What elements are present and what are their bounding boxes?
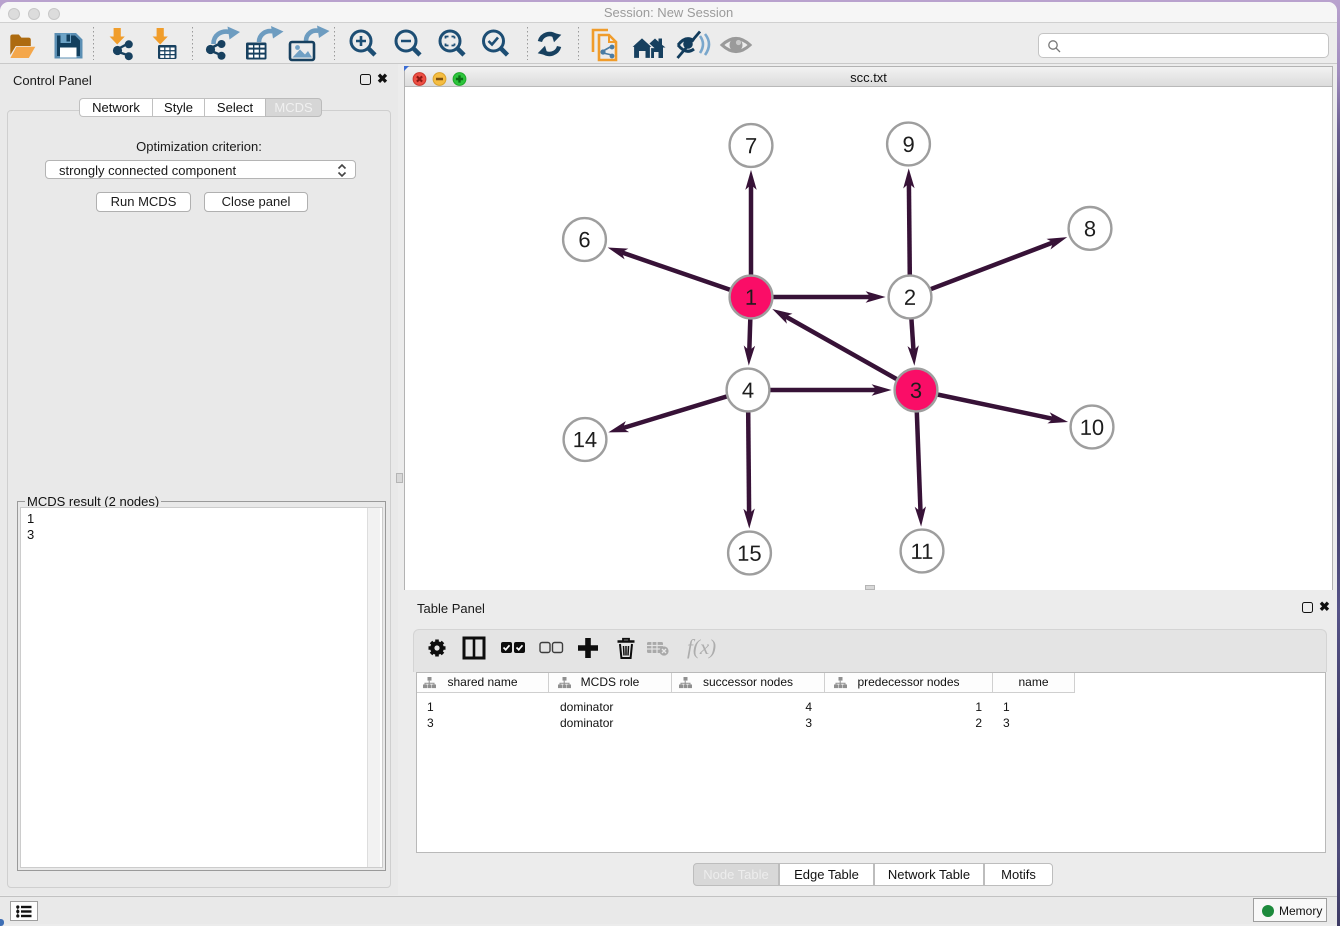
- svg-text:1: 1: [745, 285, 757, 310]
- svg-text:9: 9: [902, 132, 914, 157]
- svg-text:7: 7: [745, 133, 757, 158]
- svg-text:11: 11: [910, 539, 933, 564]
- svg-text:f(x): f(x): [687, 635, 716, 659]
- svg-text:3: 3: [910, 378, 922, 403]
- svg-text:8: 8: [1084, 216, 1096, 241]
- svg-text:2: 2: [904, 285, 916, 310]
- svg-text:14: 14: [573, 427, 597, 452]
- svg-text:4: 4: [742, 378, 754, 403]
- svg-text:15: 15: [737, 541, 761, 566]
- svg-text:6: 6: [578, 227, 590, 252]
- svg-text:10: 10: [1080, 415, 1104, 440]
